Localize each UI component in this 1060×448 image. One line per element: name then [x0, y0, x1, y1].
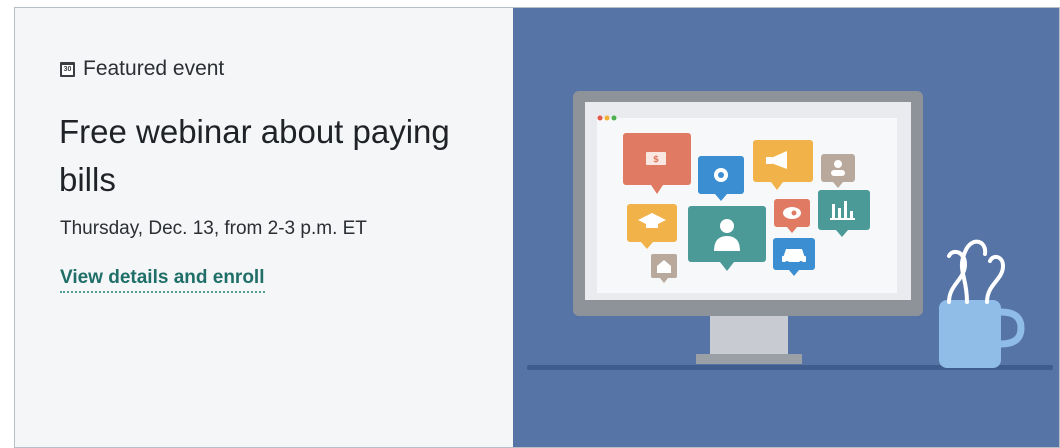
webinar-illustration: $: [527, 91, 1053, 370]
event-title: Free webinar about paying bills: [59, 113, 450, 198]
eyebrow-text: Featured event: [83, 57, 225, 80]
event-datetime: Thursday, Dec. 13, from 2-3 p.m. ET: [60, 218, 367, 239]
coffee-mug-icon: [939, 239, 1025, 368]
bar-chart-icon: [818, 190, 870, 237]
event-info-panel: 30 Featured event Free webinar about pay…: [15, 8, 513, 447]
featured-event-card: 30 Featured event Free webinar about pay…: [14, 7, 1060, 448]
calendar-icon: 30: [60, 61, 75, 77]
view-details-enroll-link[interactable]: View details and enroll: [60, 267, 265, 293]
featured-event-label: 30 Featured event: [60, 57, 224, 81]
webinar-illustration-panel: $: [513, 8, 1059, 447]
dollar-icon: $: [623, 133, 691, 194]
svg-text:$: $: [653, 155, 659, 165]
person-icon: [688, 206, 766, 271]
